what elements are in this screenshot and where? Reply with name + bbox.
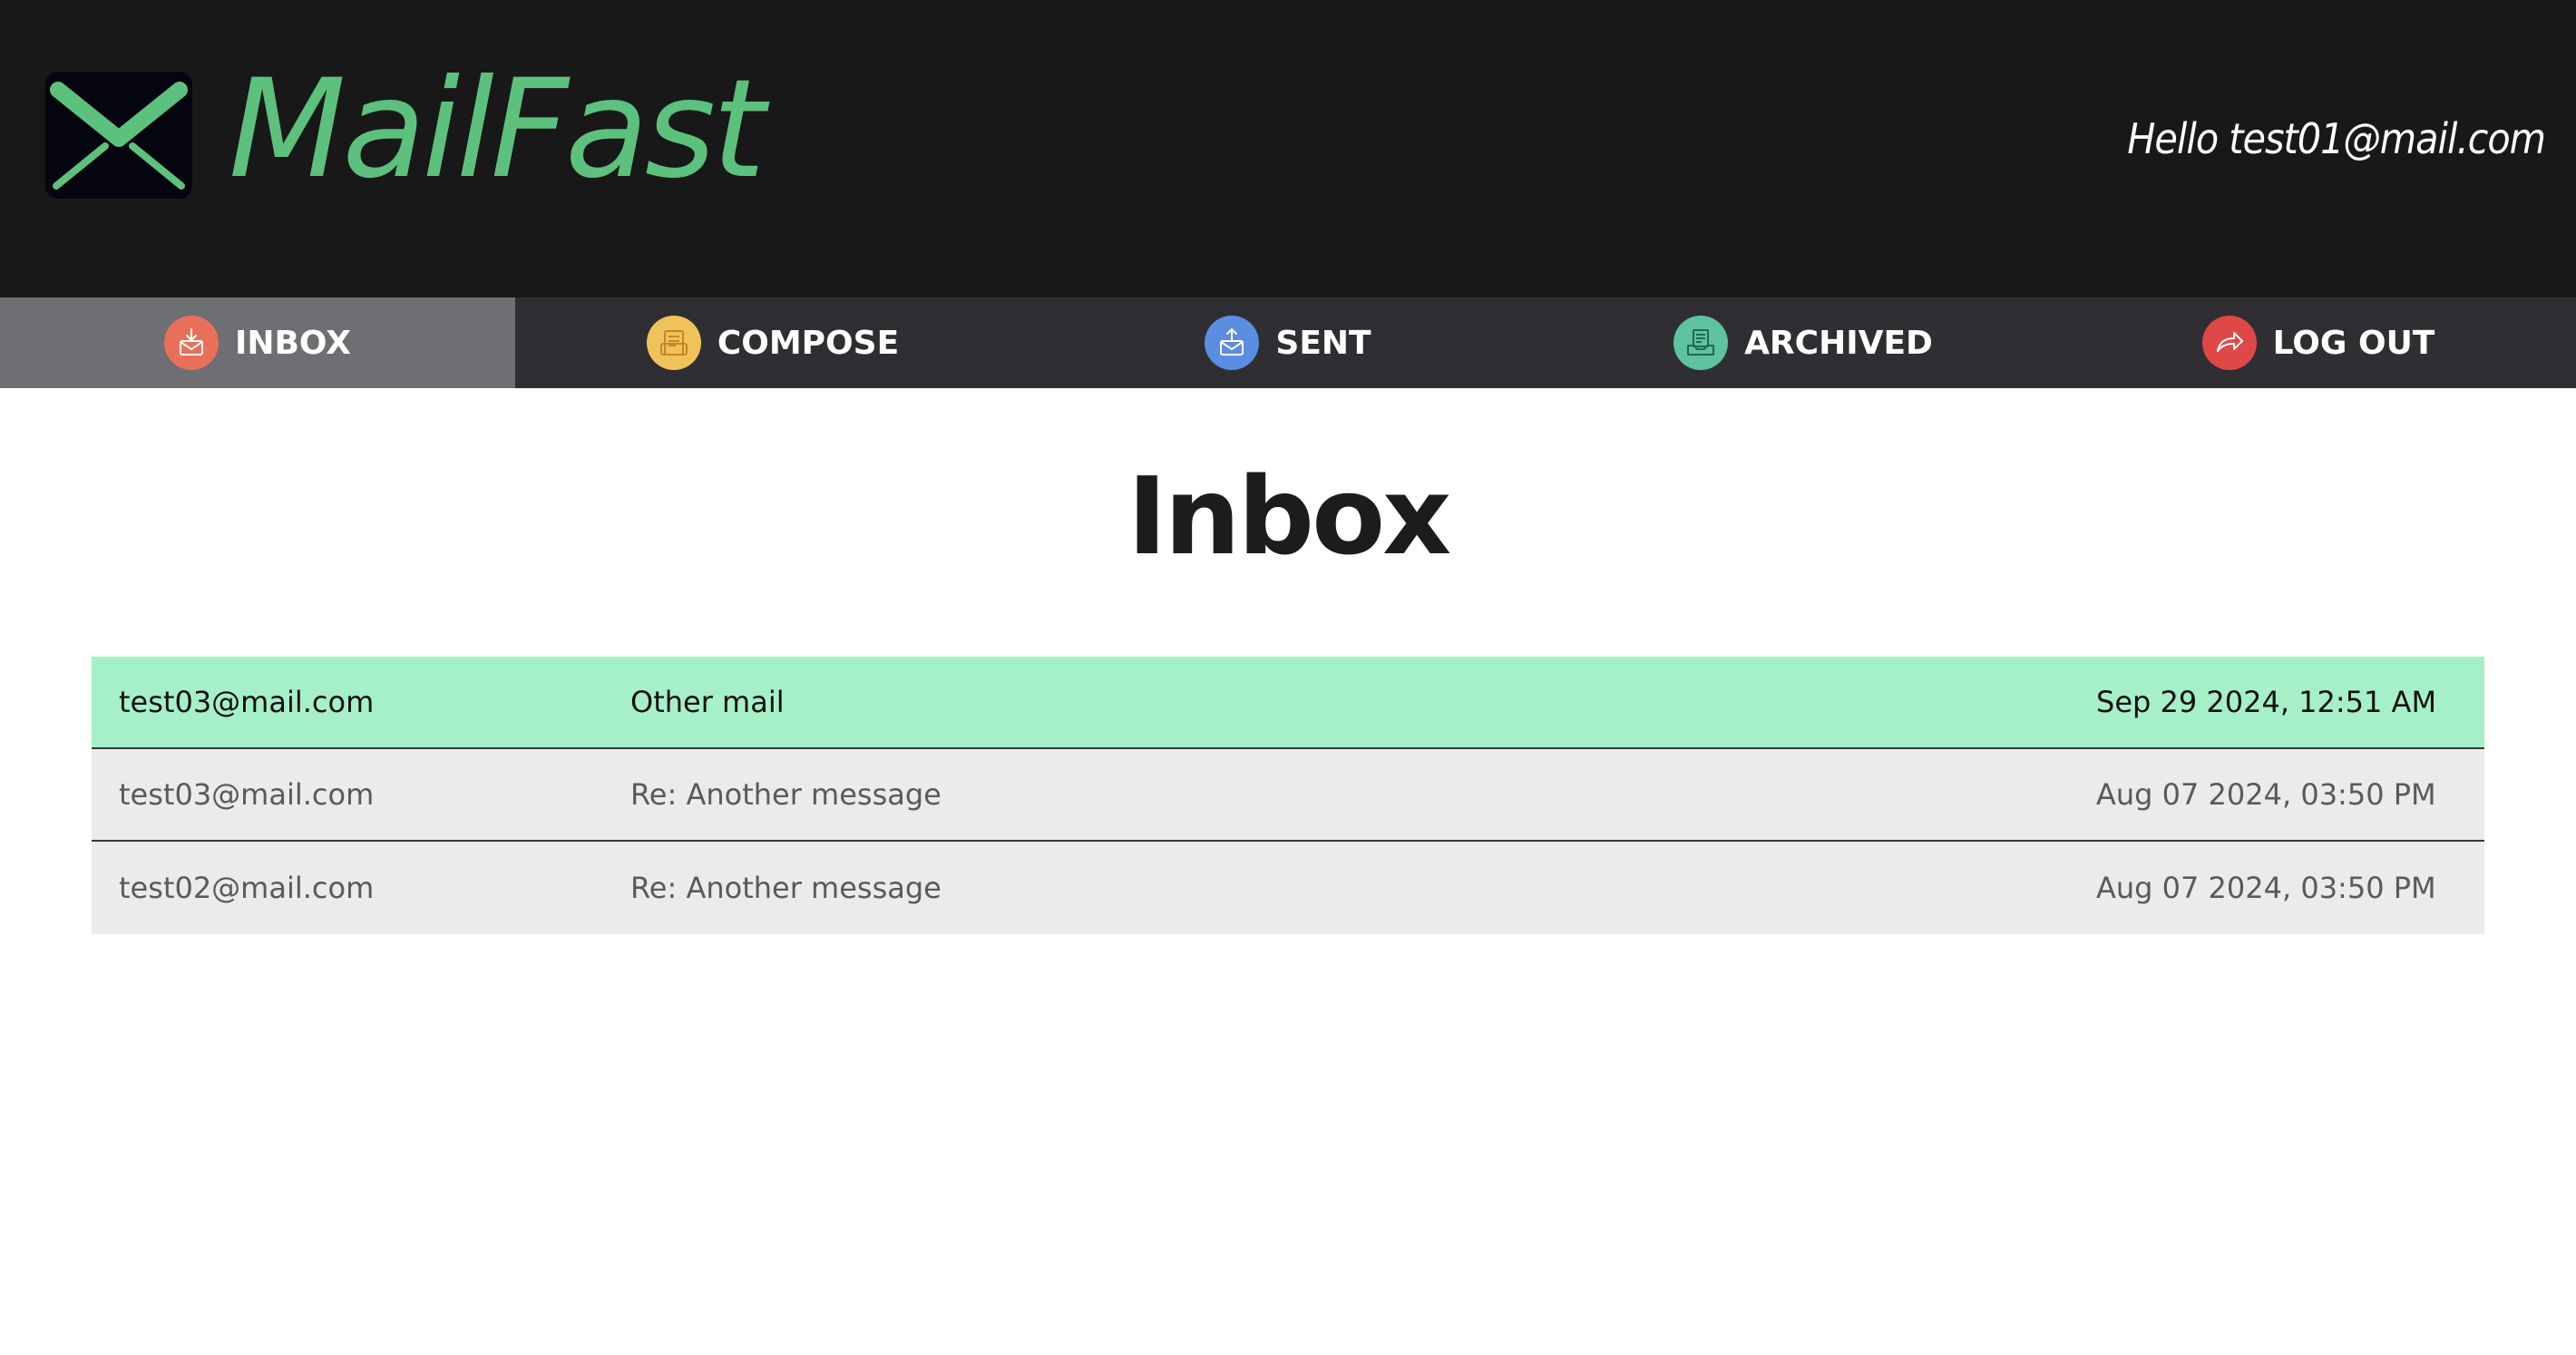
page-title: Inbox [1127, 453, 1452, 579]
main-nav: INBOX COMPOSE SENT ARCHIVED LOG OUT [0, 297, 2576, 388]
nav-item-label: INBOX [234, 324, 352, 362]
main-content: Inbox test03@mail.com Other mail Sep 29 … [0, 388, 2576, 934]
mail-sender: test03@mail.com [119, 777, 375, 812]
archive-icon [1673, 316, 1729, 370]
logout-icon [2201, 316, 2257, 370]
nav-item-logout[interactable]: LOG OUT [2061, 297, 2576, 388]
nav-item-label: ARCHIVED [1744, 324, 1933, 362]
nav-item-label: COMPOSE [717, 324, 900, 362]
nav-item-sent[interactable]: SENT [1030, 297, 1546, 388]
mail-subject: Re: Another message [630, 777, 942, 812]
mail-date: Sep 29 2024, 12:51 AM [2096, 685, 2437, 719]
nav-item-archived[interactable]: ARCHIVED [1546, 297, 2061, 388]
mail-row[interactable]: test02@mail.com Re: Another message Aug … [92, 842, 2484, 934]
mail-row[interactable]: test03@mail.com Re: Another message Aug … [92, 749, 2484, 842]
app-header: MailFast Hello test01@mail.com [0, 0, 2576, 297]
compose-icon [646, 316, 701, 370]
mail-sender: test03@mail.com [119, 685, 375, 719]
brand[interactable]: MailFast [42, 62, 766, 203]
nav-item-inbox[interactable]: INBOX [0, 297, 515, 388]
mail-sender: test02@mail.com [119, 871, 375, 905]
nav-item-label: SENT [1275, 324, 1371, 362]
sent-icon [1205, 316, 1260, 370]
mail-subject: Re: Another message [630, 871, 942, 905]
envelope-icon [45, 72, 192, 199]
mail-list: test03@mail.com Other mail Sep 29 2024, … [92, 657, 2484, 934]
nav-item-compose[interactable]: COMPOSE [515, 297, 1030, 388]
inbox-icon [163, 316, 219, 370]
brand-name: MailFast [229, 51, 766, 209]
mail-date: Aug 07 2024, 03:50 PM [2096, 871, 2436, 905]
nav-item-label: LOG OUT [2272, 324, 2435, 362]
mail-date: Aug 07 2024, 03:50 PM [2096, 777, 2436, 812]
user-greeting: Hello test01@mail.com [2127, 114, 2546, 163]
mail-subject: Other mail [630, 685, 785, 719]
mail-row[interactable]: test03@mail.com Other mail Sep 29 2024, … [92, 657, 2484, 749]
mail-app: MailFast Hello test01@mail.com INBOX COM… [0, 0, 2576, 1355]
